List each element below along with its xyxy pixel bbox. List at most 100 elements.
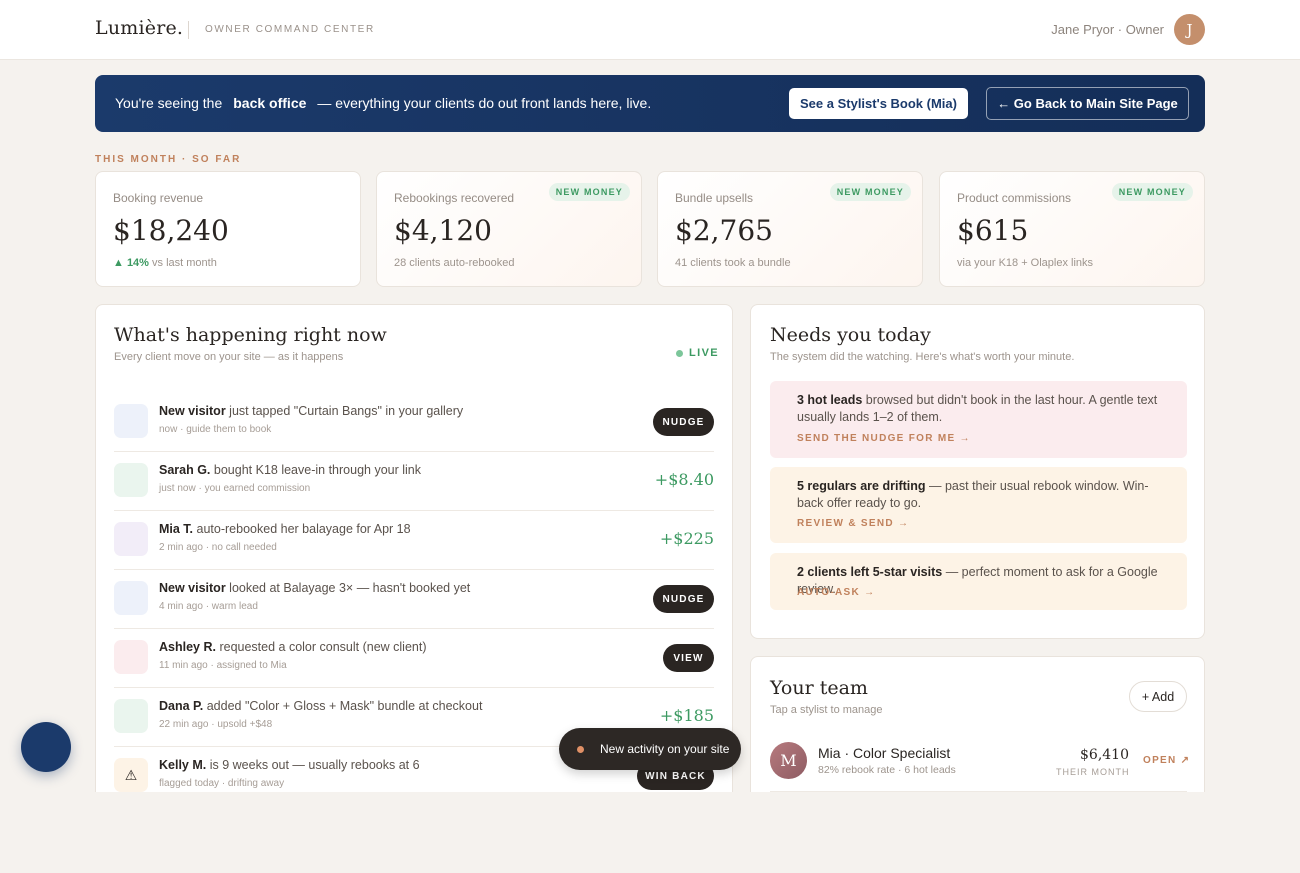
feed-action-text: added "Color + Gloss + Mask" bundle at c… [206,699,483,713]
stat-value: $615 [957,214,1029,247]
feed-action-text: auto-rebooked her balayage for Apr 18 [196,522,411,536]
stat-sub: via your K18 + Olaplex links [957,257,1094,269]
live-dot-icon [676,349,683,357]
feed-row[interactable]: Ashley R. requested a color consult (new… [114,629,714,688]
stat-card-rebookings: NEW MONEY Rebookings recovered $4,120 28… [376,171,642,287]
stat-sub: ▲ 14% vs last month [113,257,217,269]
banner-text-before: You're seeing the [115,95,223,111]
brand-logo[interactable]: Lumière. [95,17,183,39]
toast-text: New activity on your site [600,742,730,756]
nudge-button[interactable]: NUDGE [653,408,714,436]
stat-sub: 41 clients took a bundle [675,257,791,269]
needs-today-panel: Needs you today The system did the watch… [750,304,1205,639]
banner-message: You're seeing the back office — everythi… [111,95,651,111]
banner-text-bold: back office [233,95,307,111]
stat-label: Product commissions [957,191,1072,205]
feed-text: New visitor looked at Balayage 3× — hasn… [159,581,470,595]
stylist-name[interactable]: Mia · Color Specialist [818,745,950,761]
feed-meta: just now · you earned commission [159,483,311,494]
needs-subtitle: The system did the watching. Here's what… [770,351,1075,363]
new-money-badge: NEW MONEY [829,183,911,201]
feed-row[interactable]: Sarah G. bought K18 leave-in through you… [114,452,714,511]
feed-text: Dana P. added "Color + Gloss + Mask" bun… [159,699,482,713]
need-card-hot-leads[interactable]: 3 hot leads browsed but didn't book in t… [770,381,1187,458]
need-bold: 2 clients left 5-star visits [797,565,943,579]
need-text: 5 regulars are drifting — past their usu… [797,478,1169,512]
new-activity-toast[interactable]: New activity on your site [559,728,741,770]
stat-label: Booking revenue [113,191,204,205]
team-panel: Your team Tap a stylist to manage + Add … [750,656,1205,806]
team-subtitle: Tap a stylist to manage [770,704,883,716]
user-avatar[interactable]: J [1174,14,1205,45]
feed-row[interactable]: New visitor just tapped "Curtain Bangs" … [114,393,714,452]
view-button[interactable]: VIEW [663,644,714,672]
toast-dot-icon [577,745,584,753]
live-label: LIVE [689,347,720,359]
section-label-this-month: THIS MONTH · SO FAR [95,154,242,165]
need-text: 3 hot leads browsed but didn't book in t… [797,392,1169,426]
needs-title: Needs you today [770,324,931,346]
feed-meta: flagged today · drifting away [159,778,285,789]
feed-text: New visitor just tapped "Curtain Bangs" … [159,404,463,418]
stylist-meta: 82% rebook rate · 6 hot leads [818,764,956,776]
see-stylist-book-button[interactable]: See a Stylist's Book (Mia) [789,88,968,119]
need-card-drifting[interactable]: 5 regulars are drifting — past their usu… [770,467,1187,543]
feed-meta: now · guide them to book [159,424,272,435]
calendar-icon [114,522,148,556]
back-office-banner: You're seeing the back office — everythi… [95,75,1205,132]
visitor-icon [114,404,148,438]
warning-icon: ⚠ [114,758,148,792]
send-nudge-link[interactable]: SEND THE NUDGE FOR ME → [797,433,971,444]
need-bold: 3 hot leads [797,393,863,407]
stylist-avatar[interactable]: M [770,742,807,779]
add-stylist-button[interactable]: + Add [1129,681,1187,712]
stat-value: $18,240 [113,214,229,247]
feed-action-text: is 9 weeks out — usually rebooks at 6 [209,758,420,772]
feed-text: Ashley R. requested a color consult (new… [159,640,427,654]
feed-row[interactable]: New visitor looked at Balayage 3× — hasn… [114,570,714,629]
floating-assistant-button[interactable] [21,722,71,772]
stat-card-bundle-upsells: NEW MONEY Bundle upsells $2,765 41 clien… [657,171,923,287]
stat-sub-text: vs last month [152,257,217,269]
feed-actor: Kelly M. [159,758,207,772]
feed-amount: +$8.40 [654,470,714,489]
feed-action-text: bought K18 leave-in through your link [213,463,421,477]
need-bold: 5 regulars are drifting [797,479,926,493]
stat-value: $4,120 [394,214,492,247]
stylist-amount-label: THEIR MONTH [1056,767,1130,777]
stat-card-booking-revenue: Booking revenue $18,240 ▲ 14% vs last mo… [95,171,361,287]
gift-icon [114,699,148,733]
stat-card-product-commissions: NEW MONEY Product commissions $615 via y… [939,171,1205,287]
open-stylist-link[interactable]: OPEN ↗ [1143,755,1190,766]
feed-text: Sarah G. bought K18 leave-in through you… [159,463,421,477]
auto-ask-link[interactable]: AUTO-ASK → [797,587,875,598]
top-bar: Lumière. OWNER COMMAND CENTER Jane Pryor… [0,0,1300,60]
stat-label: Bundle upsells [675,191,754,205]
review-send-link[interactable]: REVIEW & SEND → [797,518,909,529]
trend-up-indicator: ▲ 14% [113,257,149,269]
team-title: Your team [770,677,868,699]
user-name: Jane Pryor · Owner [1051,22,1164,37]
banner-text-after: — everything your clients do out front l… [317,95,652,111]
feed-meta: 11 min ago · assigned to Mia [159,660,287,671]
feed-actor: Dana P. [159,699,204,713]
feed-row[interactable]: Mia T. auto-rebooked her balayage for Ap… [114,511,714,570]
feed-amount: +$225 [659,529,714,548]
feed-actor: Mia T. [159,522,194,536]
need-card-reviews[interactable]: 2 clients left 5-star visits — perfect m… [770,553,1187,610]
feed-actor: New visitor [159,581,226,595]
feed-text: Mia T. auto-rebooked her balayage for Ap… [159,522,411,536]
feed-actor: Ashley R. [159,640,216,654]
stylist-amount: $6,410 [1080,747,1129,763]
new-money-badge: NEW MONEY [1111,183,1193,201]
nudge-button[interactable]: NUDGE [653,585,714,613]
feed-meta: 4 min ago · warm lead [159,601,258,612]
live-indicator: LIVE [676,347,719,359]
sparkle-icon [114,640,148,674]
feed-action-text: looked at Balayage 3× — hasn't booked ye… [229,581,471,595]
feed-text: Kelly M. is 9 weeks out — usually rebook… [159,758,420,772]
go-back-main-site-button[interactable]: ← Go Back to Main Site Page [986,87,1189,120]
feed-meta: 2 min ago · no call needed [159,542,277,553]
feed-subtitle: Every client move on your site — as it h… [114,351,344,363]
bag-icon [114,463,148,497]
